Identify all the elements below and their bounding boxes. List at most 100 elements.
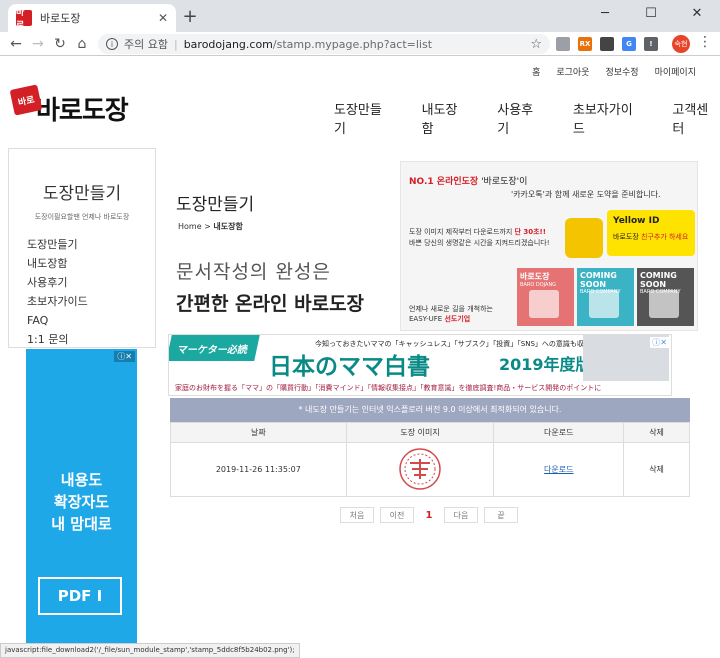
site-logo[interactable]: 바로 바로도장 (9, 84, 129, 127)
ad-banner-japan[interactable]: マーケター必読 今知っておきたいママの「キャッシュレス」「サブスク」「投資」「S… (168, 334, 672, 396)
yellow-id-sub: 바로도장 친구추가 하세요 (613, 232, 689, 242)
col-stamp-image: 도장 이미지 (345, 422, 495, 443)
col-delete: 삭제 (623, 422, 690, 443)
promo-card-coming-soon-1[interactable]: COMING SOON BARO COMPANY (577, 268, 634, 326)
promo-footer1: 언제나 새로운 길을 개척하는 (409, 305, 493, 313)
topnav-logout[interactable]: 로그아웃 (556, 65, 589, 78)
url-host: barodojang.com (183, 37, 273, 51)
topnav-home[interactable]: 홈 (532, 65, 540, 78)
pager-last[interactable]: 끝 (484, 507, 518, 523)
profile-avatar[interactable]: 숙현 (672, 35, 690, 53)
cell-download: 다운로드 (493, 442, 625, 497)
ext-icon-2[interactable]: RX (578, 37, 592, 51)
ext-icon-3[interactable] (600, 37, 614, 51)
pager-current[interactable]: 1 (420, 507, 438, 523)
breadcrumb-current: 내도장함 (213, 222, 243, 231)
stamp-table: 날짜 도장 이미지 다운로드 삭제 2019-11-26 11:35:07 다운… (170, 422, 690, 497)
qr-code-icon (529, 290, 559, 318)
promo-footer2b: 선도기업 (444, 315, 471, 323)
promo-desc1b: 단 30초!! (514, 228, 546, 236)
ext-icon-4-label: G (626, 40, 632, 48)
left-ad-banner[interactable]: ⓘ✕ 내용도 확장자도 내 맘대로 PDF I (26, 349, 137, 649)
nav-my-stamps[interactable]: 내도장함 (422, 99, 470, 137)
promo-footer: 언제나 새로운 길을 개척하는 EASY-UFE 선도기업 (409, 304, 493, 324)
browser-notice: * 내도장 만들기는 인터넷 익스플로러 버전 9.0 이상에서 최적화되어 있… (170, 398, 690, 422)
ad-info-icon[interactable]: ⓘ✕ (114, 351, 135, 362)
reload-icon[interactable]: ↻ (50, 34, 70, 54)
tab-title: 바로도장 (40, 12, 81, 25)
cell-delete: 삭제 (623, 442, 690, 497)
back-icon[interactable]: ← (6, 34, 26, 54)
sidebar-title: 도장만들기 (42, 184, 122, 204)
page-title: 도장만들기 (176, 195, 255, 215)
sidebar-list: 도장만들기 내도장함 사용후기 초보자가이드 FAQ 1:1 문의 (27, 235, 88, 349)
ad-info-icon[interactable]: ⓘ✕ (650, 337, 669, 348)
pager-prev[interactable]: 이전 (380, 507, 414, 523)
stamp-image[interactable] (394, 445, 446, 493)
left-ad-line3: 내 맘대로 (51, 515, 112, 533)
promo-card-coming-soon-2[interactable]: COMING SOON BARO COMPANY (637, 268, 694, 326)
banner-bottom: 家庭のお財布を握る「ママ」の「購買行動」「消費マインド」「情報収集接点」「教育意… (169, 381, 671, 395)
sidebar-item-my-stamps[interactable]: 내도장함 (27, 254, 88, 273)
nav-beginner-guide[interactable]: 초보자가이드 (573, 99, 644, 137)
maximize-icon[interactable]: ☐ (628, 0, 674, 26)
ext-icon-5[interactable]: ! (644, 37, 658, 51)
pdf-label: PDF (57, 587, 92, 605)
banner-year: 2019年度版 (499, 355, 592, 374)
card-title: COMING SOON (580, 271, 617, 289)
card-title: COMING SOON (640, 271, 677, 289)
home-icon[interactable]: ⌂ (72, 34, 92, 54)
table-header-row: 날짜 도장 이미지 다운로드 삭제 (170, 422, 690, 443)
download-link[interactable]: 다운로드 (544, 465, 573, 474)
favicon-icon: 바로 (16, 8, 32, 31)
tab-strip: 바로 바로도장 ✕ + ─ ☐ ✕ (0, 0, 720, 32)
sidebar-item-inquiry[interactable]: 1:1 문의 (27, 330, 88, 349)
ext-icon-4[interactable]: G (622, 37, 636, 51)
cell-stamp-image (345, 442, 495, 497)
bookmark-star-icon[interactable]: ☆ (530, 37, 542, 52)
sidebar: 도장만들기 도장이필요할땐 언제나 바로도장 도장만들기 내도장함 사용후기 초… (8, 148, 156, 348)
topnav-edit-info[interactable]: 정보수정 (605, 65, 638, 78)
chart-icon (649, 290, 679, 318)
pager-first[interactable]: 처음 (340, 507, 374, 523)
ext-icon-1[interactable] (556, 37, 570, 51)
promo-panel[interactable]: NO.1 온라인도장 '바로도장'이 '카카오톡'과 함께 새로운 도약을 준비… (400, 161, 698, 331)
nav-make-stamp[interactable]: 도장만들기 (334, 99, 394, 137)
nav-customer-center[interactable]: 고객센터 (672, 99, 720, 137)
forward-icon[interactable]: → (28, 34, 48, 54)
sidebar-item-make-stamp[interactable]: 도장만들기 (27, 235, 88, 254)
promo-desc1a: 도장 이미지 제작부터 다운로드까지 (409, 228, 515, 236)
close-window-icon[interactable]: ✕ (674, 0, 720, 26)
banner-headline: 日本のママ白書 (269, 353, 430, 380)
sidebar-item-faq[interactable]: FAQ (27, 311, 88, 330)
tab-close-icon[interactable]: ✕ (158, 11, 168, 25)
promo-desc2: 바쁜 당신의 생명같은 시간을 지켜드리겠습니다! (409, 239, 550, 247)
delete-button[interactable]: 삭제 (649, 465, 664, 474)
promo-headline: NO.1 온라인도장 '바로도장'이 (409, 174, 527, 187)
new-tab-icon[interactable]: + (180, 6, 200, 27)
nav-reviews[interactable]: 사용후기 (497, 99, 545, 137)
kakao-character-icon (565, 218, 603, 258)
info-icon[interactable]: i (106, 38, 118, 50)
yellow-id-sub-a: 바로도장 (613, 233, 641, 241)
browser-tab[interactable]: 바로 바로도장 ✕ (8, 4, 176, 32)
breadcrumb-home[interactable]: Home (178, 222, 202, 231)
col-download: 다운로드 (493, 422, 625, 443)
promo-card-barodojang[interactable]: 바로도장 BARO DOJANG (517, 268, 574, 326)
promo-footer2a: EASY-UFE (409, 315, 445, 323)
topnav-mypage[interactable]: 마이페이지 (655, 65, 696, 78)
left-ad-text: 내용도 확장자도 내 맘대로 (26, 469, 137, 535)
col-date: 날짜 (170, 422, 347, 443)
sidebar-item-reviews[interactable]: 사용후기 (27, 273, 88, 292)
address-bar[interactable]: i 주의 요함 | barodojang.com /stamp.mypage.p… (98, 34, 550, 54)
pagination: 처음 이전 1 다음 끝 (340, 507, 518, 523)
left-ad-line2: 확장자도 (53, 493, 110, 511)
ext-icon-5-label: ! (649, 40, 653, 48)
main-nav: 도장만들기 내도장함 사용후기 초보자가이드 고객센터 (334, 99, 720, 137)
yellow-id-title: Yellow ID (613, 216, 660, 226)
minimize-icon[interactable]: ─ (582, 0, 628, 26)
sidebar-item-guide[interactable]: 초보자가이드 (27, 292, 88, 311)
pager-next[interactable]: 다음 (444, 507, 478, 523)
yellow-id-badge[interactable]: Yellow ID 바로도장 친구추가 하세요 (607, 210, 695, 256)
menu-dots-icon[interactable]: ⋮ (698, 34, 712, 50)
